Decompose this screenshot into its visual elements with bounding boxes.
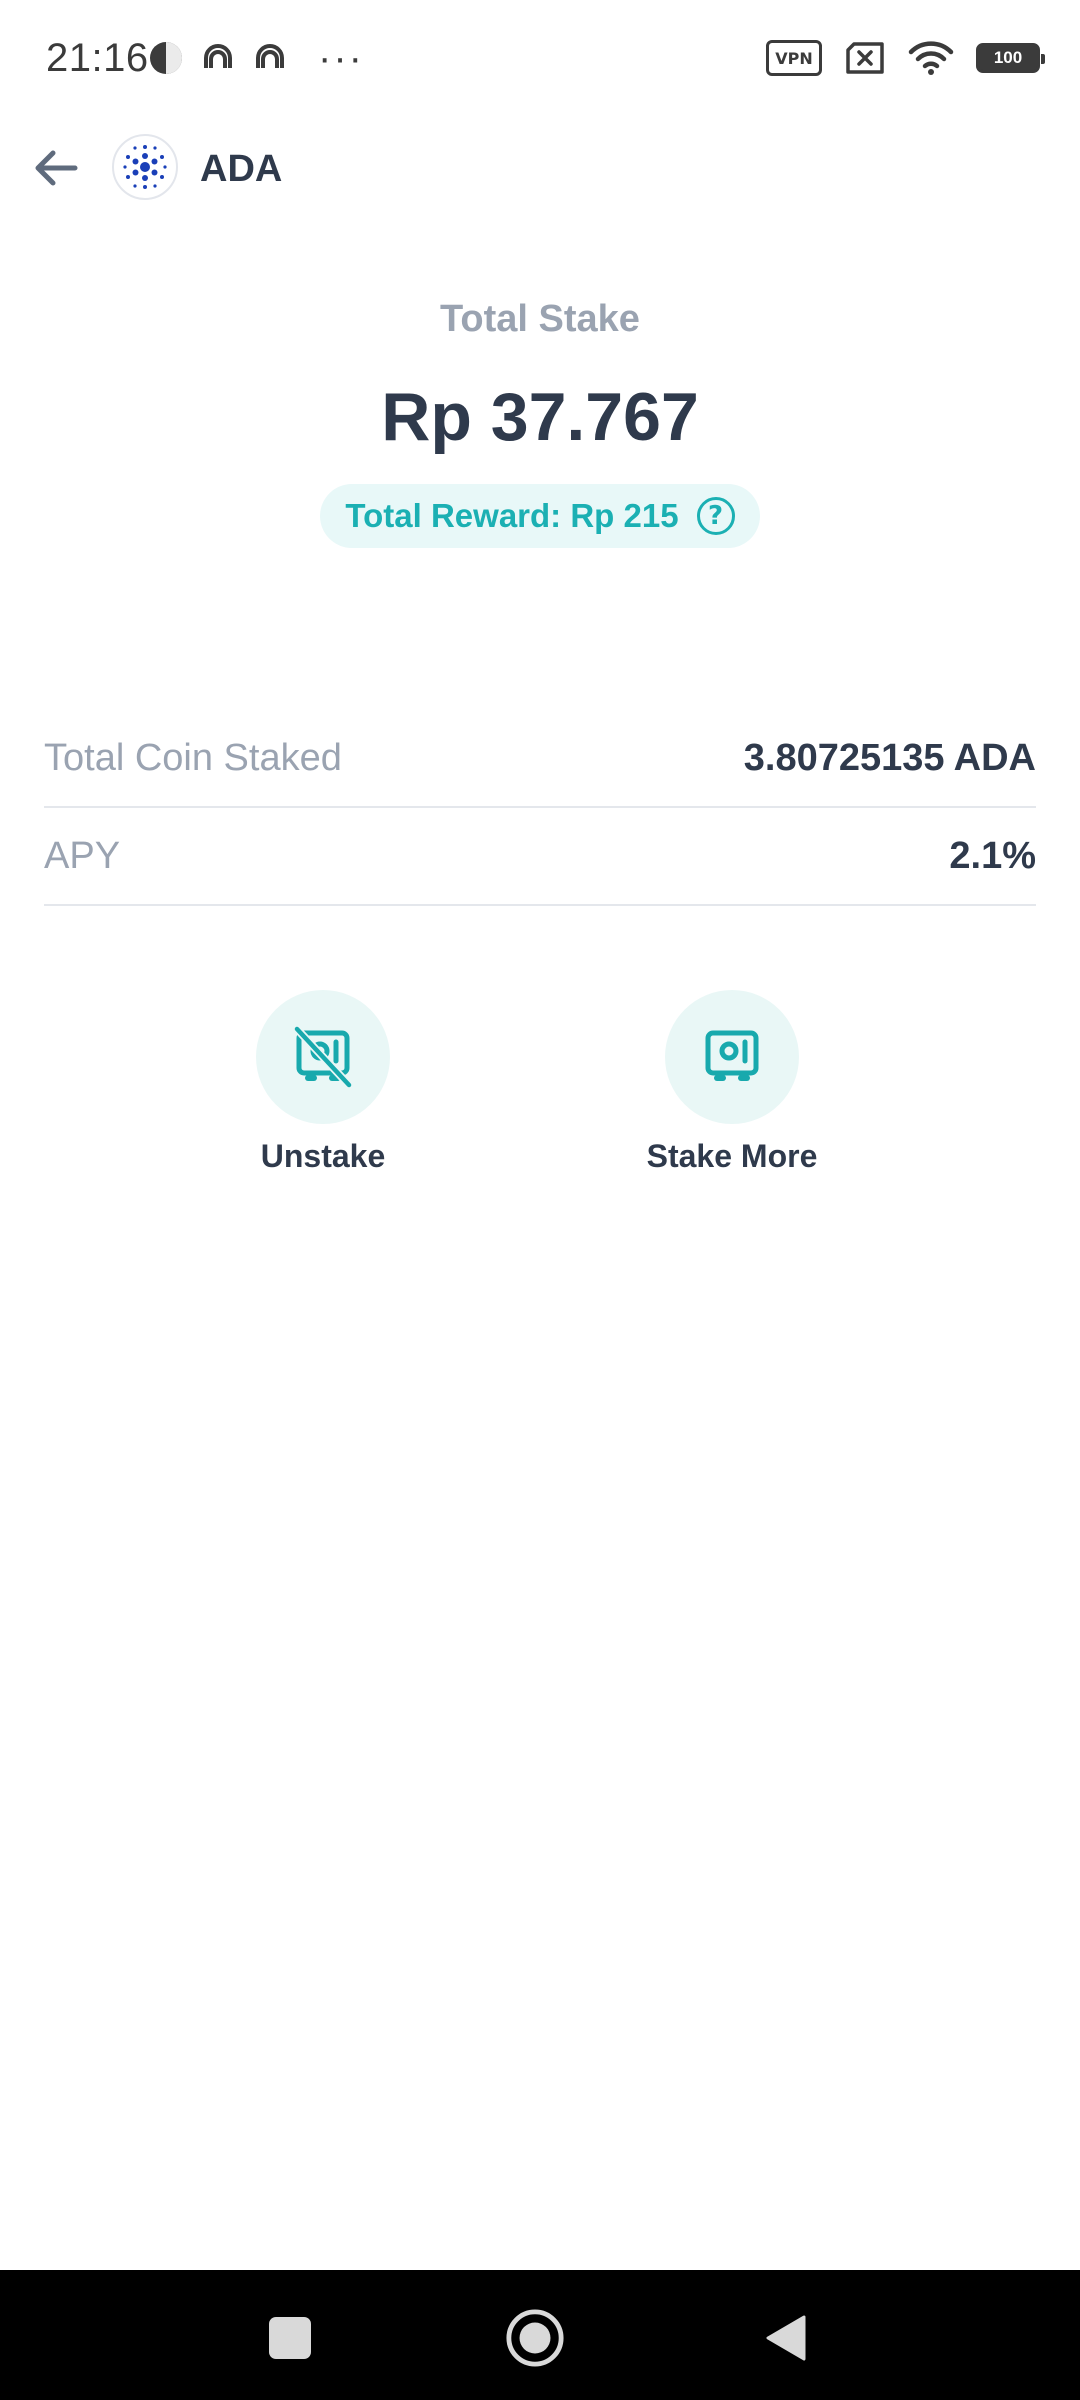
battery-icon: 100 bbox=[976, 43, 1045, 73]
page-title: ADA bbox=[200, 148, 283, 190]
no-sim-icon bbox=[846, 42, 884, 74]
home-circle-icon bbox=[506, 2309, 564, 2367]
vpn-icon: VPN bbox=[766, 40, 822, 76]
detail-label: Total Coin Staked bbox=[44, 736, 342, 779]
header: ADA bbox=[0, 130, 1080, 210]
more-notifications-indicator: ··· bbox=[318, 36, 364, 80]
detail-value: 2.1% bbox=[949, 834, 1036, 877]
safe-icon bbox=[705, 1030, 759, 1081]
stake-more-button[interactable]: Stake More bbox=[612, 990, 852, 1175]
headset-notification-icon bbox=[256, 44, 284, 68]
unstake-icon-circle[interactable] bbox=[256, 990, 390, 1124]
status-bar: 21:16 ··· VPN 100 bbox=[0, 0, 1080, 120]
status-notification-icons: ··· bbox=[146, 38, 364, 78]
home-button[interactable] bbox=[505, 2308, 565, 2368]
arrow-left-icon bbox=[35, 150, 78, 186]
question-circle-icon[interactable]: ? bbox=[696, 497, 735, 535]
status-system-icons: VPN 100 bbox=[766, 40, 1045, 76]
detail-value: 3.80725135 ADA bbox=[743, 736, 1036, 779]
total-stake-value: Rp 37.767 bbox=[381, 379, 699, 455]
app-notification-icon bbox=[150, 42, 182, 74]
detail-row-total-coin-staked: Total Coin Staked 3.80725135 ADA bbox=[44, 710, 1036, 808]
status-time: 21:16 bbox=[46, 36, 149, 80]
back-nav-button[interactable] bbox=[755, 2308, 815, 2368]
stake-more-icon-circle[interactable] bbox=[665, 990, 799, 1124]
stake-more-label: Stake More bbox=[646, 1138, 818, 1174]
unstake-label: Unstake bbox=[260, 1138, 386, 1174]
square-icon bbox=[269, 2317, 311, 2359]
total-reward-badge[interactable]: Total Reward: Rp 215 ? bbox=[320, 484, 760, 548]
unstake-button[interactable]: Unstake bbox=[203, 990, 443, 1175]
total-stake-label: Total Stake bbox=[440, 298, 640, 340]
safe-off-icon bbox=[293, 1025, 353, 1089]
back-button[interactable] bbox=[28, 140, 84, 196]
detail-label: APY bbox=[44, 834, 121, 877]
cardano-logo-icon bbox=[123, 145, 167, 189]
headset-notification-icon bbox=[204, 44, 232, 68]
triangle-back-icon bbox=[766, 2315, 806, 2361]
total-reward-text: Total Reward: Rp 215 bbox=[345, 497, 679, 534]
detail-row-apy: APY 2.1% bbox=[44, 808, 1036, 906]
recents-button[interactable] bbox=[260, 2308, 320, 2368]
system-navigation-bar bbox=[0, 2270, 1080, 2400]
coin-logo bbox=[112, 134, 178, 200]
wifi-icon bbox=[908, 41, 954, 75]
